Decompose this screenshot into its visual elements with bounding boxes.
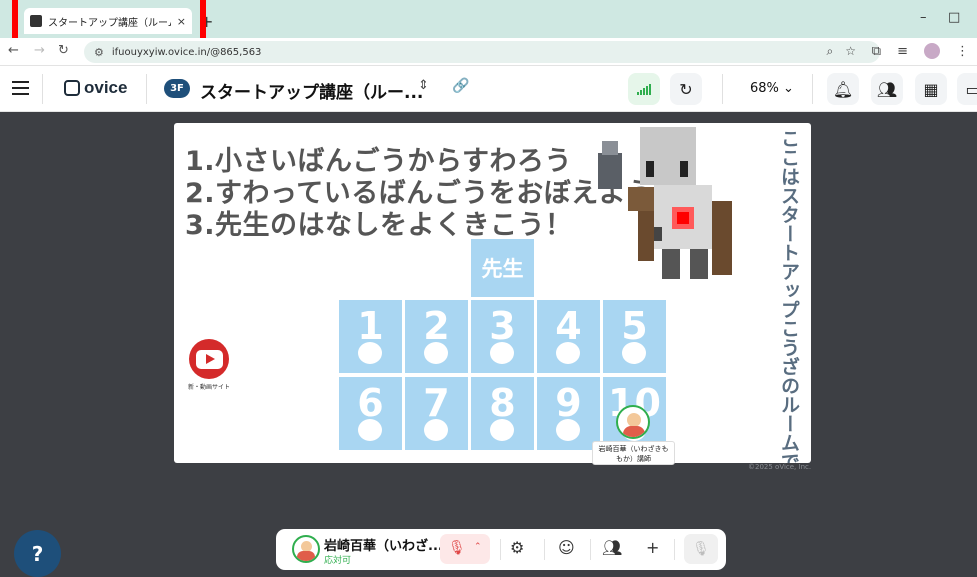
seat-head-icon [424,419,448,441]
extensions-icon[interactable]: ⧉ [872,44,881,59]
room-name[interactable]: スタートアップ講座（ルー... [200,78,423,103]
calendar-icon[interactable]: ▦ [915,73,947,105]
my-avatar[interactable] [292,535,320,563]
minimize-window-button[interactable]: – [920,10,927,25]
ovice-logo: ovice [64,78,127,98]
settings-gear-icon[interactable]: ⚙ [510,538,524,557]
seat-2[interactable]: 2 [405,300,468,373]
seat-6[interactable]: 6 [339,377,402,450]
media-list-icon[interactable]: ≡ [897,44,908,59]
broadcast-mic-icon[interactable]: 🎙︎ [684,534,718,564]
logo-text: ovice [84,78,128,97]
ovice-mark-icon [64,80,80,96]
classroom-board: 1.小さいばんごうからすわろう 2.すわっているばんごうをおぼえよう 3.先生の… [174,123,811,463]
seat-head-icon [622,342,646,364]
members-icon[interactable]: 👥︎ [871,73,903,105]
copyright-text: ©2025 oVice, Inc. [748,463,812,471]
rule-3: 3.先生のはなしをよくきこう！ [185,210,573,241]
participant-name-label: 岩崎百華（いわざきも もか）講師 [592,441,675,465]
seat-3[interactable]: 3 [471,300,534,373]
seat-head-icon [556,342,580,364]
refresh-icon[interactable]: ↻ [670,73,702,105]
robot-character-illustration [598,127,732,279]
my-name[interactable]: 岩崎百華（いわざ... [324,535,443,554]
seat-5[interactable]: 5 [603,300,666,373]
url-text: ifuouyxyiw.ovice.in/@865,563 [111,46,262,58]
zoom-lens-icon[interactable]: ⌕ [827,44,846,58]
mic-muted-icon: 🎙︎ [448,540,466,556]
browser-toolbar: ← → ↻ ⚙ ifuouyxyiw.ovice.in/@865,563 ⌕☆ … [0,38,977,66]
bookmark-star-icon[interactable]: ☆ [845,44,868,58]
zoom-value: 68% [750,81,779,96]
browser-tabstrip: スタートアップ講座（ルーム３）| o × + – □ [0,0,977,44]
seat-head-icon [424,342,448,364]
seat-head-icon [556,419,580,441]
profile-avatar[interactable] [924,43,940,59]
video-site-label: 新・動画サイト [188,384,231,391]
help-chat-icon[interactable]: ? [14,530,61,577]
seat-head-icon [358,342,382,364]
seat-4[interactable]: 4 [537,300,600,373]
seat-7[interactable]: 7 [405,377,468,450]
seat-8[interactable]: 8 [471,377,534,450]
mic-toggle-button[interactable]: 🎙︎ ⌃ [440,534,490,564]
notification-bell-icon[interactable]: 🔔︎ [827,73,859,105]
floor-badge[interactable]: 3F [164,79,190,98]
site-info-icon[interactable]: ⚙ [94,46,104,59]
seat-1[interactable]: 1 [339,300,402,373]
bottom-control-bar: 岩崎百華（いわざ... 応対可 🎙︎ ⌃ ⚙ ☺ 👥︎ + 🎙︎ [276,529,726,570]
maximize-window-button[interactable]: □ [948,10,960,25]
back-arrow-icon[interactable]: ← [8,43,19,58]
participant-avatar[interactable] [616,405,650,439]
mic-options-chevron-icon[interactable]: ⌃ [474,542,482,552]
emoji-reaction-icon[interactable]: ☺ [558,538,575,557]
add-plus-icon[interactable]: + [646,538,659,557]
seat-head-icon [490,342,514,364]
connection-signal-icon[interactable] [628,73,660,105]
video-site-link-icon[interactable] [189,339,229,379]
teacher-seat: 先生 [471,239,534,297]
my-status[interactable]: 応対可 [324,553,351,566]
seat-9[interactable]: 9 [537,377,600,450]
seat-head-icon [490,419,514,441]
chat-panel-icon[interactable]: ▭ [957,73,977,105]
forward-arrow-icon[interactable]: → [34,43,45,58]
reload-icon[interactable]: ↻ [58,43,69,58]
seat-head-icon [358,419,382,441]
room-vertical-caption: ここはスタートアップこうざのルームです [778,129,800,463]
app-header: ovice 3F スタートアップ講座（ルー... ⇕ 🔗 ↻ 68% ⌄ 🔔︎ … [0,66,977,112]
address-bar[interactable]: ⚙ ifuouyxyiw.ovice.in/@865,563 ⌕☆ [84,41,880,63]
group-icon[interactable]: 👥︎ [602,538,622,557]
zoom-selector[interactable]: 68% ⌄ [750,81,794,96]
hamburger-menu-icon[interactable] [12,81,29,95]
room-switch-chevron-icon[interactable]: ⇕ [418,78,429,93]
link-icon[interactable]: 🔗 [452,78,469,94]
browser-menu-icon[interactable]: ⋮ [956,44,969,59]
